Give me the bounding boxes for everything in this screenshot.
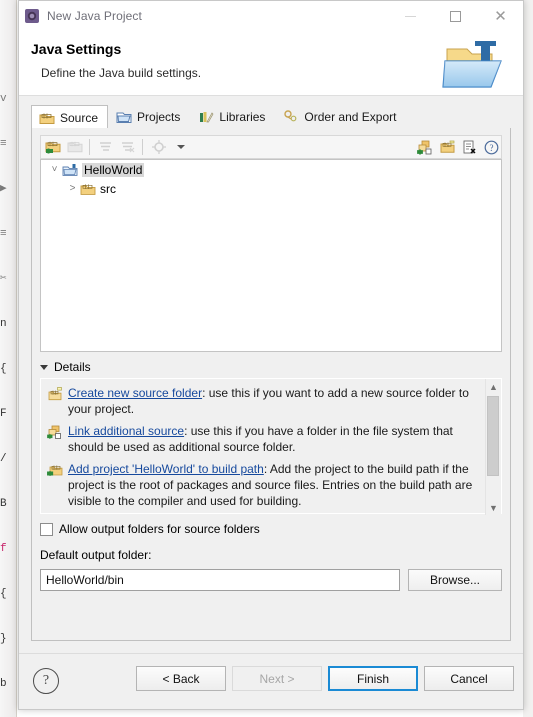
allow-output-folders-row[interactable]: Allow output folders for source folders: [40, 522, 260, 536]
chevron-down-icon[interactable]: ▼: [486, 500, 501, 515]
tree-node-label: src: [100, 181, 116, 196]
page-subtitle: Define the Java build settings.: [41, 66, 202, 80]
source-folder-icon: [80, 181, 96, 197]
minimize-button[interactable]: [388, 1, 433, 31]
dialog-title: New Java Project: [47, 9, 142, 23]
dialog-body: Source Projects Libraries Order and Expo…: [19, 96, 523, 654]
create-source-folder-icon: [47, 386, 63, 402]
chevron-down-icon[interactable]: ˅: [47, 162, 62, 177]
chevron-up-icon[interactable]: ▲: [486, 379, 501, 394]
next-button: Next >: [232, 666, 322, 691]
details-entry: Link additional source: use this if you …: [47, 423, 479, 455]
eclipse-wizard-icon: [24, 8, 40, 24]
dialog-footer: ? < Back Next > Finish Cancel: [19, 653, 523, 709]
minimize-icon: [405, 15, 416, 17]
tree-row[interactable]: ˃ src: [41, 179, 501, 198]
editor-right-strip: [523, 0, 533, 717]
source-tab-panel: ? ˅ HelloWorld ˃ src Details Create new …: [31, 128, 511, 641]
order-export-icon: [283, 109, 299, 125]
details-entry: Add project 'HelloWorld' to build path: …: [47, 461, 479, 509]
source-folder-icon: [39, 110, 55, 126]
chevron-right-icon[interactable]: ˃: [65, 181, 80, 196]
edit-filter-icon: [96, 137, 116, 157]
add-linked-folder-icon: [65, 137, 85, 157]
libraries-books-icon: [198, 109, 214, 125]
scrollbar-thumb[interactable]: [487, 396, 499, 476]
tab-label: Source: [60, 110, 99, 125]
new-java-project-dialog: New Java Project ✕ Java Settings Define …: [18, 0, 524, 710]
close-icon: ✕: [494, 7, 507, 25]
svg-text:?: ?: [489, 143, 493, 153]
details-panel: Create new source folder: use this if yo…: [40, 378, 502, 515]
tab-label: Projects: [137, 110, 181, 124]
close-button[interactable]: ✕: [478, 1, 523, 31]
tab-projects[interactable]: Projects: [108, 104, 190, 129]
default-output-folder-label: Default output folder:: [40, 548, 152, 562]
add-project-buildpath-icon: [47, 462, 63, 478]
back-button[interactable]: < Back: [136, 666, 226, 691]
details-link[interactable]: Create new source folder: [68, 386, 202, 400]
dialog-header: Java Settings Define the Java build sett…: [19, 31, 523, 96]
build-path-tabs: Source Projects Libraries Order and Expo…: [31, 104, 511, 130]
cancel-button[interactable]: Cancel: [424, 666, 514, 691]
java-build-folder-icon: [441, 35, 511, 93]
remove-filter-icon: [118, 137, 138, 157]
details-scrollbar[interactable]: ▲ ▼: [485, 379, 501, 515]
dialog-titlebar[interactable]: New Java Project ✕: [19, 1, 523, 31]
tree-node-label: HelloWorld: [82, 162, 145, 177]
default-output-folder-row: HelloWorld/bin Browse...: [40, 569, 502, 591]
tab-source[interactable]: Source: [31, 105, 109, 130]
details-link[interactable]: Add project 'HelloWorld' to build path: [68, 462, 264, 476]
configure-icon: [149, 137, 169, 157]
create-source-folder-icon[interactable]: [437, 137, 457, 157]
toolbar-separator: [89, 139, 90, 155]
details-section-header[interactable]: Details: [40, 360, 91, 374]
chevron-down-icon[interactable]: [171, 137, 191, 157]
tree-toolbar: ?: [40, 135, 502, 159]
tab-libraries[interactable]: Libraries: [190, 104, 275, 129]
maximize-button[interactable]: [433, 1, 478, 31]
source-folders-tree[interactable]: ˅ HelloWorld ˃ src: [40, 159, 502, 352]
tree-row[interactable]: ˅ HelloWorld: [41, 160, 501, 179]
tab-label: Order and Export: [304, 110, 397, 124]
default-output-folder-input[interactable]: HelloWorld/bin: [40, 569, 400, 591]
projects-folder-icon: [116, 109, 132, 125]
triangle-down-icon[interactable]: [40, 364, 48, 370]
details-link[interactable]: Link additional source: [68, 424, 184, 438]
help-circle-icon[interactable]: ?: [481, 137, 501, 157]
remove-entry-icon[interactable]: [459, 137, 479, 157]
link-source-icon[interactable]: [415, 137, 435, 157]
allow-output-folders-checkbox[interactable]: [40, 522, 53, 536]
page-title: Java Settings: [31, 41, 122, 57]
maximize-icon: [450, 10, 461, 22]
finish-button[interactable]: Finish: [328, 666, 418, 691]
tab-order-and-export[interactable]: Order and Export: [275, 104, 406, 129]
link-source-icon: [47, 424, 63, 440]
tab-label: Libraries: [219, 110, 266, 124]
details-entry: Create new source folder: use this if yo…: [47, 385, 479, 417]
java-project-icon: [62, 162, 78, 178]
browse-button[interactable]: Browse...: [408, 569, 502, 591]
details-label: Details: [54, 360, 91, 374]
toolbar-separator: [142, 139, 143, 155]
allow-output-folders-label: Allow output folders for source folders: [59, 522, 260, 536]
help-circle-icon[interactable]: ?: [33, 668, 59, 694]
add-folder-icon[interactable]: [43, 137, 63, 157]
